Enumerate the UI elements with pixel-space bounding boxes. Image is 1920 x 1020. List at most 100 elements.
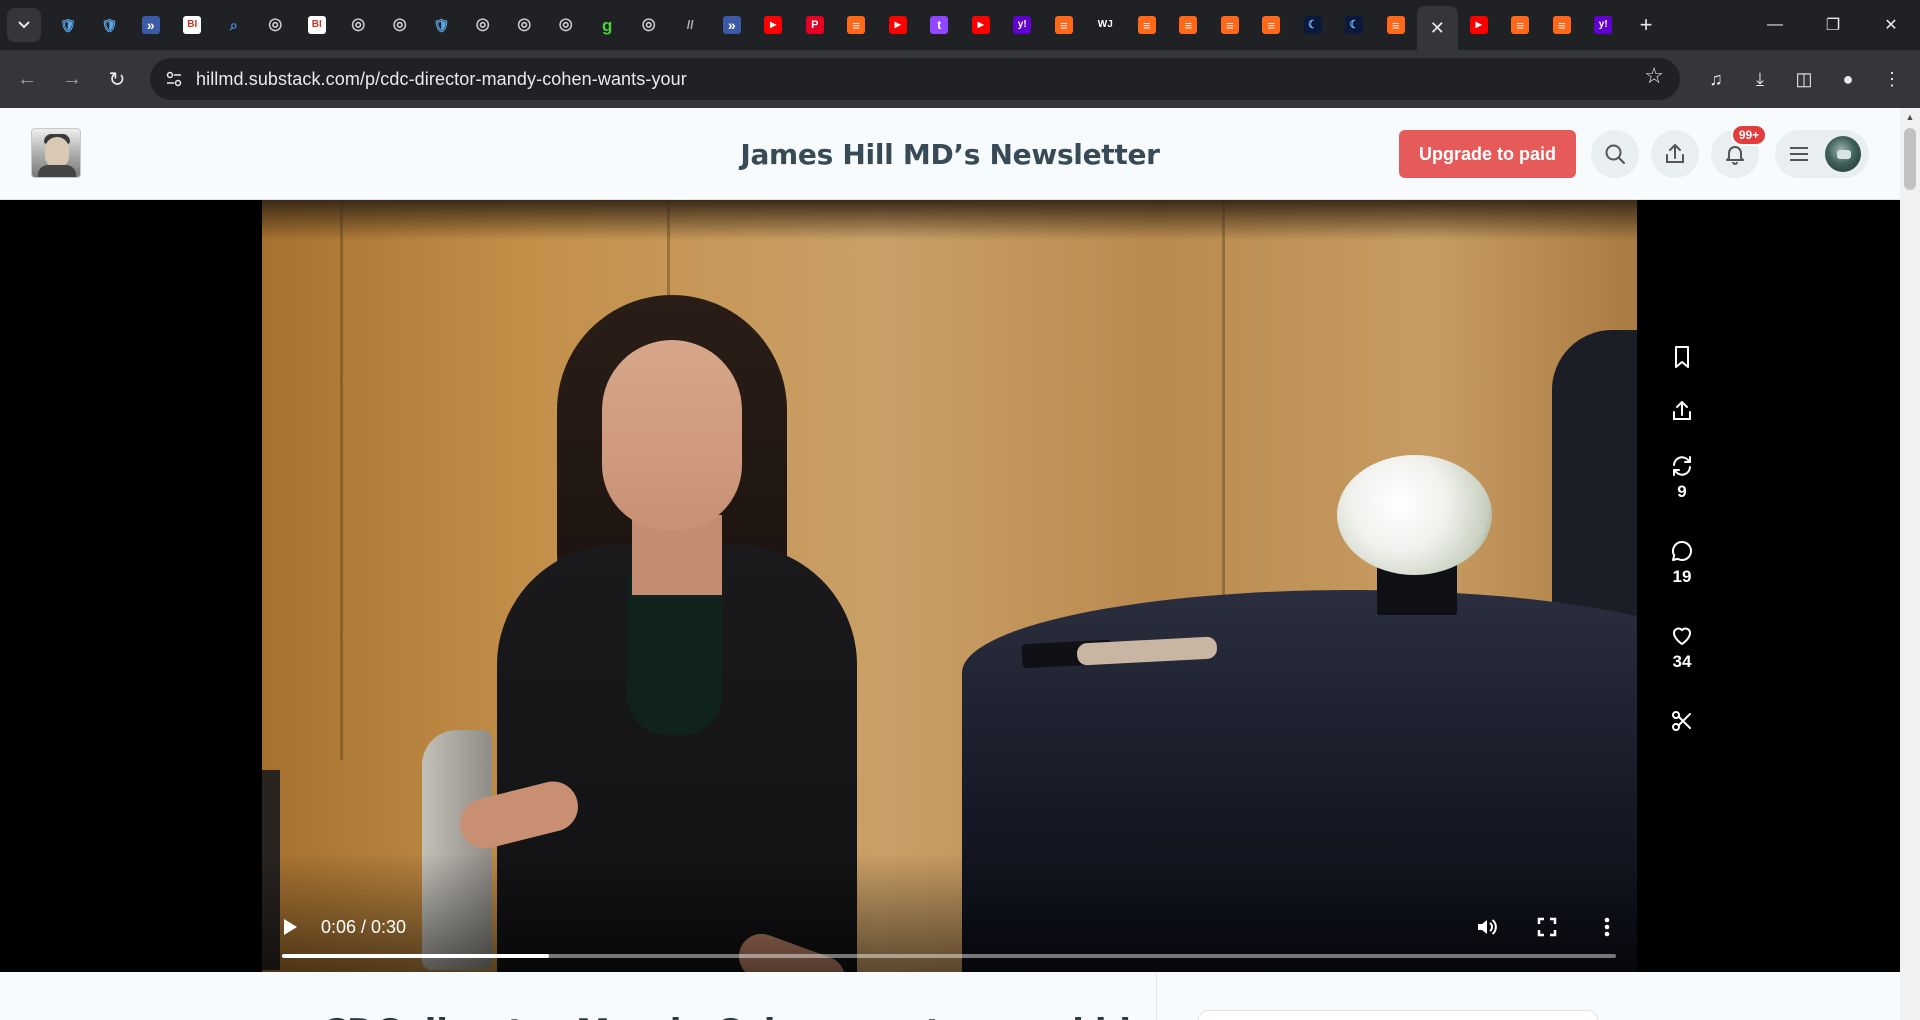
browser-tab[interactable]: ≡ [1209,5,1251,45]
heart-icon [1673,627,1691,645]
page-content: James Hill MD’s Newsletter Upgrade to pa… [0,108,1900,1020]
bookmark-icon: ≡ [1179,16,1198,34]
avatar [1825,136,1861,172]
url-text: hillmd.substack.com/p/cdc-director-mandy… [196,68,687,89]
page-scrollbar[interactable]: ▲ [1900,108,1920,1020]
profile-icon[interactable]: ● [1826,61,1870,97]
bookmark-icon: ≡ [1511,16,1530,34]
media-control-icon[interactable]: ♫ [1694,61,1738,97]
address-bar[interactable]: hillmd.substack.com/p/cdc-director-mandy… [150,58,1680,100]
comments-button[interactable]: 19 [1661,539,1703,587]
reload-button[interactable]: ↻ [99,61,135,97]
tab-list: 🛡 🛡 » BI ⌕ ◎ BI ◎ ◎ 🛡 ◎ ◎ ◎ g ◎ // » ▶ P ≡ ▶ t ▶ y! ≡ WJ ≡ ≡ ≡ ≡ ☾ ☾ ≡ ✕ ▶… [47,0,1624,50]
upgrade-button[interactable]: Upgrade to paid [1399,130,1576,178]
browser-tab[interactable]: P [794,5,836,45]
scrollbar-thumb[interactable] [1904,128,1916,190]
restack-button[interactable]: 9 [1661,454,1703,502]
volume-button[interactable] [1472,912,1502,942]
browser-tab[interactable]: ≡ [1541,5,1583,45]
browser-tab[interactable]: g [587,5,629,45]
pin-icon: P [805,16,824,34]
video-section: 0:06 / 0:30 9 19 34 [0,200,1900,972]
browser-tab[interactable]: t [919,5,961,45]
browser-tab[interactable]: ▶ [753,5,795,45]
share-button[interactable] [1651,130,1699,178]
video-progress-bar[interactable] [282,954,1616,958]
side-panel-icon[interactable]: ◫ [1782,61,1826,97]
browser-tab[interactable]: ◎ [379,5,421,45]
youtube-icon: ▶ [971,16,990,34]
browser-tab[interactable]: ◎ [462,5,504,45]
browser-tab[interactable]: ◎ [545,5,587,45]
browser-tab[interactable]: ⌕ [213,5,255,45]
browser-tab[interactable]: » [130,5,172,45]
tab-search-button[interactable] [7,8,41,42]
save-button[interactable] [1661,345,1703,369]
close-window-button[interactable]: ✕ [1862,0,1920,50]
browser-tab[interactable]: y! [1583,5,1625,45]
browser-tab[interactable]: ≡ [836,5,878,45]
clip-button[interactable] [1661,709,1703,733]
video-player[interactable]: 0:06 / 0:30 [262,200,1637,972]
download-icon[interactable]: ⤓ [1738,61,1782,97]
bookmark-icon: ≡ [1220,16,1239,34]
browser-tab[interactable]: ≡ [1251,5,1293,45]
fullscreen-button[interactable] [1532,912,1562,942]
scroll-up-icon[interactable]: ▲ [1900,108,1920,126]
browser-tab[interactable]: 🛡 [89,5,131,45]
youtube-icon: ▶ [1469,16,1488,34]
globe-icon: ◎ [392,16,407,33]
site-info-icon[interactable] [158,63,190,95]
chevron-down-icon [18,21,30,29]
browser-tab[interactable]: ☾ [1292,5,1334,45]
tab-strip: 🛡 🛡 » BI ⌕ ◎ BI ◎ ◎ 🛡 ◎ ◎ ◎ g ◎ // » ▶ P ≡ ▶ t ▶ y! ≡ WJ ≡ ≡ ≡ ≡ ☾ ☾ ≡ ✕ ▶… [0,0,1920,50]
back-button[interactable]: ← [9,61,45,97]
comment-icon [1672,541,1692,561]
browser-tab[interactable]: ◎ [628,5,670,45]
browser-tab[interactable]: ≡ [1043,5,1085,45]
restore-button[interactable]: ❐ [1804,0,1862,50]
new-tab-button[interactable]: + [1628,7,1664,43]
post-body-preview: CDC director Mandy Cohen wants your kids [0,972,1900,1020]
forward-button[interactable]: → [54,61,90,97]
bi-icon: BI [307,16,326,34]
browser-tab[interactable]: 🛡 [47,5,89,45]
bookmark-star-icon[interactable]: ☆ [1644,63,1664,89]
share-icon [1666,144,1684,163]
user-menu-button[interactable] [1775,130,1869,178]
browser-tab[interactable]: ≡ [1500,5,1542,45]
more-options-button[interactable] [1592,912,1622,942]
browser-tab[interactable]: ▶ [1458,5,1500,45]
like-button[interactable]: 34 [1661,624,1703,672]
play-button[interactable] [282,915,302,939]
volume-icon [1478,919,1497,935]
browser-tab[interactable]: ◎ [255,5,297,45]
bookmark-icon: ≡ [1552,16,1571,34]
browser-tab[interactable]: ◎ [338,5,380,45]
browser-menu-icon[interactable]: ⋮ [1870,61,1914,97]
browser-tab[interactable]: WJ [1085,5,1127,45]
browser-tab[interactable]: ≡ [1375,5,1417,45]
browser-tab[interactable]: // [670,5,712,45]
comment-count: 19 [1672,567,1692,586]
moon-icon: ☾ [1303,16,1322,34]
bookmark-icon: ≡ [1054,16,1073,34]
browser-tab[interactable]: ≡ [1126,5,1168,45]
arrow-icon: » [141,16,160,34]
browser-tab[interactable]: ▶ [960,5,1002,45]
browser-tab[interactable]: 🛡 [421,5,463,45]
browser-tab[interactable]: y! [1002,5,1044,45]
browser-tab[interactable]: ≡ [1168,5,1210,45]
video-progress-fill [282,954,549,958]
browser-tab[interactable]: ▶ [877,5,919,45]
browser-tab[interactable]: BI [296,5,338,45]
browser-tab-active[interactable]: ✕ [1416,6,1458,50]
browser-tab[interactable]: ◎ [504,5,546,45]
search-button[interactable] [1591,130,1639,178]
share-post-button[interactable] [1661,399,1703,423]
minimize-button[interactable]: — [1746,0,1804,50]
browser-tab[interactable]: » [711,5,753,45]
browser-tab[interactable]: ☾ [1334,5,1376,45]
close-icon[interactable]: ✕ [1430,18,1445,39]
browser-tab[interactable]: BI [172,5,214,45]
